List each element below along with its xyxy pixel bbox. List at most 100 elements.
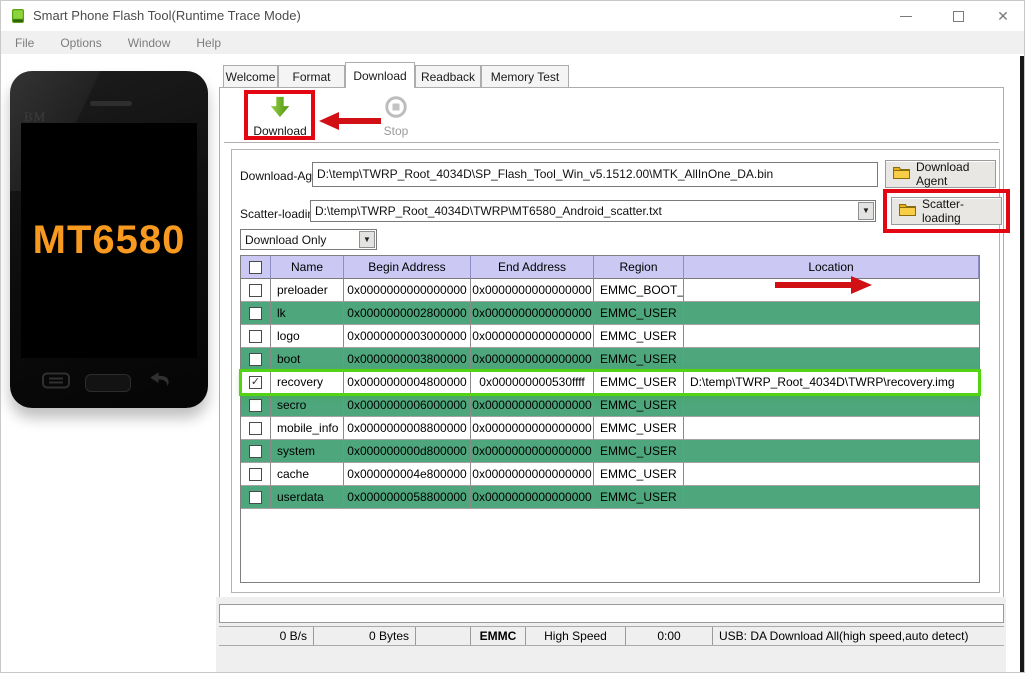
cell-end-address: 0x0000000000000000 <box>471 348 594 371</box>
row-checkbox[interactable] <box>249 306 262 320</box>
table-row[interactable]: cache 0x000000004e800000 0x000000000000000… <box>241 463 979 486</box>
row-checkbox-cell <box>241 371 271 394</box>
download-agent-path-field[interactable]: D:\temp\TWRP_Root_4034D\SP_Flash_Tool_Wi… <box>312 162 878 187</box>
tab-format[interactable]: Format <box>278 65 345 88</box>
tab-readback[interactable]: Readback <box>415 65 481 88</box>
menu-file[interactable]: File <box>9 33 46 53</box>
cell-end-address: 0x0000000000000000 <box>471 417 594 440</box>
column-header-region: Region <box>594 256 684 279</box>
table-row[interactable]: logo 0x0000000003000000 0x0000000000000000… <box>241 325 979 348</box>
menu-window[interactable]: Window <box>122 33 183 53</box>
cell-region: EMMC_USER <box>594 440 684 463</box>
partition-table-body: preloader 0x0000000000000000 0x00000000000… <box>239 279 981 509</box>
cell-begin-address: 0x0000000003800000 <box>344 348 471 371</box>
row-checkbox[interactable] <box>249 398 262 412</box>
menu-help[interactable]: Help <box>190 33 233 53</box>
row-checkbox-cell <box>241 325 271 348</box>
window-title: Smart Phone Flash Tool(Runtime Trace Mod… <box>33 8 301 23</box>
chevron-down-icon[interactable]: ▼ <box>359 231 375 248</box>
cell-location: D:\temp\TWRP_Root_4034D\TWRP\recovery.im… <box>684 371 979 394</box>
table-row[interactable]: mobile_info 0x0000000008800000 0x000000000… <box>241 417 979 440</box>
stop-icon <box>384 95 408 124</box>
download-agent-button[interactable]: Download Agent <box>885 160 996 188</box>
status-storage-type: EMMC <box>471 627 526 645</box>
annotation-arrow-download <box>319 112 381 130</box>
download-agent-button-label: Download Agent <box>916 160 970 188</box>
folder-icon <box>899 203 916 219</box>
cell-region: EMMC_USER <box>594 463 684 486</box>
app-window: Smart Phone Flash Tool(Runtime Trace Mod… <box>0 0 1025 673</box>
cell-begin-address: 0x0000000003000000 <box>344 325 471 348</box>
table-row[interactable]: lk 0x0000000002800000 0x0000000000000000 EM… <box>241 302 979 325</box>
annotation-arrow-scatter <box>775 276 873 294</box>
status-usb-speed: High Speed <box>526 627 626 645</box>
tab-welcome[interactable]: Welcome <box>223 65 278 88</box>
chevron-down-icon[interactable]: ▼ <box>858 202 874 220</box>
tab-memory-test[interactable]: Memory Test <box>481 65 569 88</box>
download-settings-group: Download-Agent D:\temp\TWRP_Root_4034D\S… <box>231 149 1010 593</box>
row-checkbox[interactable] <box>249 490 262 504</box>
cell-location <box>684 417 979 440</box>
cell-end-address: 0x0000000000000000 <box>471 463 594 486</box>
menu-bar: File Options Window Help <box>1 31 1024 54</box>
status-elapsed-time: 0:00 <box>626 627 713 645</box>
title-bar: Smart Phone Flash Tool(Runtime Trace Mod… <box>1 1 1024 31</box>
row-checkbox-cell <box>241 348 271 371</box>
back-icon <box>146 371 176 394</box>
stop-button-label: Stop <box>383 124 409 138</box>
home-button-icon <box>84 373 131 392</box>
row-checkbox-cell <box>241 302 271 325</box>
cell-name: lk <box>271 302 344 325</box>
cell-end-address: 0x0000000000000000 <box>471 394 594 417</box>
cell-end-address: 0x0000000000000000 <box>471 486 594 509</box>
table-row[interactable]: recovery0x00000000048000000x000000000530… <box>239 369 981 396</box>
cell-name: preloader <box>271 279 344 302</box>
scatter-loading-button-label: Scatter-loading <box>922 197 965 225</box>
tab-download[interactable]: Download <box>345 62 415 88</box>
folder-icon <box>893 166 910 182</box>
cell-region: EMMC_USER <box>594 394 684 417</box>
table-row[interactable]: userdata 0x0000000058800000 0x000000000000… <box>241 486 979 509</box>
row-checkbox[interactable] <box>249 467 262 481</box>
phone-illustration: BM MT6580 <box>10 71 208 408</box>
cell-name: system <box>271 440 344 463</box>
table-row[interactable]: system 0x000000000d800000 0x00000000000000… <box>241 440 979 463</box>
row-checkbox[interactable] <box>249 283 262 297</box>
cell-name: userdata <box>271 486 344 509</box>
maximize-button[interactable] <box>938 1 978 31</box>
row-checkbox[interactable] <box>249 444 262 458</box>
row-checkbox[interactable] <box>249 329 262 343</box>
cell-location <box>684 463 979 486</box>
cell-location <box>684 394 979 417</box>
row-checkbox-cell <box>241 394 271 417</box>
row-checkbox[interactable] <box>249 352 262 366</box>
row-checkbox-cell <box>241 279 271 302</box>
minimize-button[interactable] <box>886 1 926 31</box>
cell-end-address: 0x0000000000000000 <box>471 325 594 348</box>
row-checkbox[interactable] <box>249 421 262 435</box>
cell-location <box>684 486 979 509</box>
progress-bar <box>219 604 1004 623</box>
annotation-box-download <box>244 90 315 140</box>
phone-speaker <box>90 101 132 106</box>
cell-region: EMMC_BOOT_1 <box>594 279 684 302</box>
row-checkbox-cell <box>241 440 271 463</box>
phone-nav-bar <box>10 371 208 394</box>
download-mode-select[interactable]: Download Only ▼ <box>240 229 377 250</box>
cell-region: EMMC_USER <box>594 348 684 371</box>
select-all-checkbox[interactable] <box>249 260 262 274</box>
table-row[interactable]: boot 0x0000000003800000 0x0000000000000000… <box>241 348 979 371</box>
cell-location <box>684 325 979 348</box>
scatter-loading-button[interactable]: Scatter-loading <box>891 197 1002 225</box>
cell-end-address: 0x0000000000000000 <box>471 440 594 463</box>
cell-begin-address: 0x0000000006000000 <box>344 394 471 417</box>
scatter-file-combobox[interactable]: D:\temp\TWRP_Root_4034D\TWRP\MT6580_Andr… <box>310 200 876 222</box>
cell-region: EMMC_USER <box>594 371 684 394</box>
phone-screen: MT6580 <box>21 123 197 358</box>
row-checkbox[interactable] <box>249 375 262 389</box>
menu-options[interactable]: Options <box>54 33 113 53</box>
cell-end-address: 0x000000000530ffff <box>471 371 594 394</box>
table-row[interactable]: secro 0x0000000006000000 0x000000000000000… <box>241 394 979 417</box>
cell-begin-address: 0x000000000d800000 <box>344 440 471 463</box>
close-button[interactable]: ✕ <box>983 1 1023 31</box>
